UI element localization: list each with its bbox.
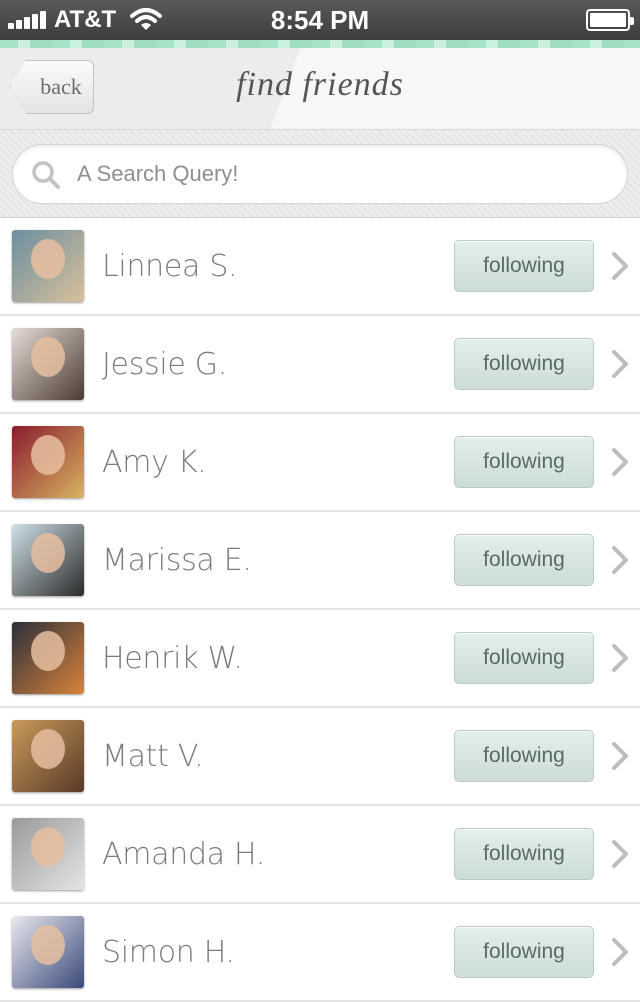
avatar[interactable] xyxy=(12,328,84,400)
avatar[interactable] xyxy=(12,230,84,302)
chevron-right-icon[interactable] xyxy=(610,348,630,380)
friend-name: Matt V. xyxy=(102,738,204,774)
navigation-bar: back find friends xyxy=(0,48,640,130)
avatar[interactable] xyxy=(12,622,84,694)
avatar[interactable] xyxy=(12,818,84,890)
following-button[interactable]: following xyxy=(454,436,594,488)
search-icon xyxy=(32,161,60,189)
friend-row[interactable]: Linnea S. following xyxy=(0,218,640,316)
status-time: 8:54 PM xyxy=(270,5,370,35)
following-button[interactable]: following xyxy=(454,926,594,978)
friend-row[interactable]: Matt V. following xyxy=(0,708,640,806)
avatar[interactable] xyxy=(12,916,84,988)
following-button[interactable]: following xyxy=(454,828,594,880)
friend-row[interactable]: Amy K. following xyxy=(0,414,640,512)
chevron-right-icon[interactable] xyxy=(610,740,630,772)
search-bar xyxy=(0,130,640,218)
avatar[interactable] xyxy=(12,426,84,498)
friend-name: Henrik W. xyxy=(102,640,243,676)
friend-name: Simon H. xyxy=(102,934,235,970)
friend-row[interactable]: Jessie G. following xyxy=(0,316,640,414)
chevron-right-icon[interactable] xyxy=(610,250,630,282)
friend-row[interactable]: Marissa E. following xyxy=(0,512,640,610)
friend-name: Marissa E. xyxy=(102,542,252,578)
friend-row[interactable]: Simon H. following xyxy=(0,904,640,1002)
chevron-right-icon[interactable] xyxy=(610,936,630,968)
chevron-right-icon[interactable] xyxy=(610,446,630,478)
chevron-right-icon[interactable] xyxy=(610,838,630,870)
following-button[interactable]: following xyxy=(454,240,594,292)
friends-list: Linnea S. following Jessie G. following … xyxy=(0,218,640,1002)
friend-row[interactable]: Henrik W. following xyxy=(0,610,640,708)
chevron-right-icon[interactable] xyxy=(610,544,630,576)
avatar[interactable] xyxy=(12,524,84,596)
friend-name: Jessie G. xyxy=(102,346,227,382)
following-button[interactable]: following xyxy=(454,730,594,782)
search-field[interactable] xyxy=(12,144,628,204)
avatar[interactable] xyxy=(12,720,84,792)
search-input[interactable] xyxy=(75,145,605,203)
friend-row[interactable]: Amanda H. following xyxy=(0,806,640,904)
status-bar: AT&T 8:54 PM xyxy=(0,0,640,40)
chevron-right-icon[interactable] xyxy=(610,642,630,674)
page-title: find friends xyxy=(236,66,404,103)
friend-name: Amanda H. xyxy=(102,836,265,872)
following-button[interactable]: following xyxy=(454,338,594,390)
following-button[interactable]: following xyxy=(454,534,594,586)
friend-name: Linnea S. xyxy=(102,248,238,284)
battery-icon xyxy=(586,9,634,31)
following-button[interactable]: following xyxy=(454,632,594,684)
friend-name: Amy K. xyxy=(102,444,207,480)
header-pattern-strip xyxy=(0,40,640,48)
